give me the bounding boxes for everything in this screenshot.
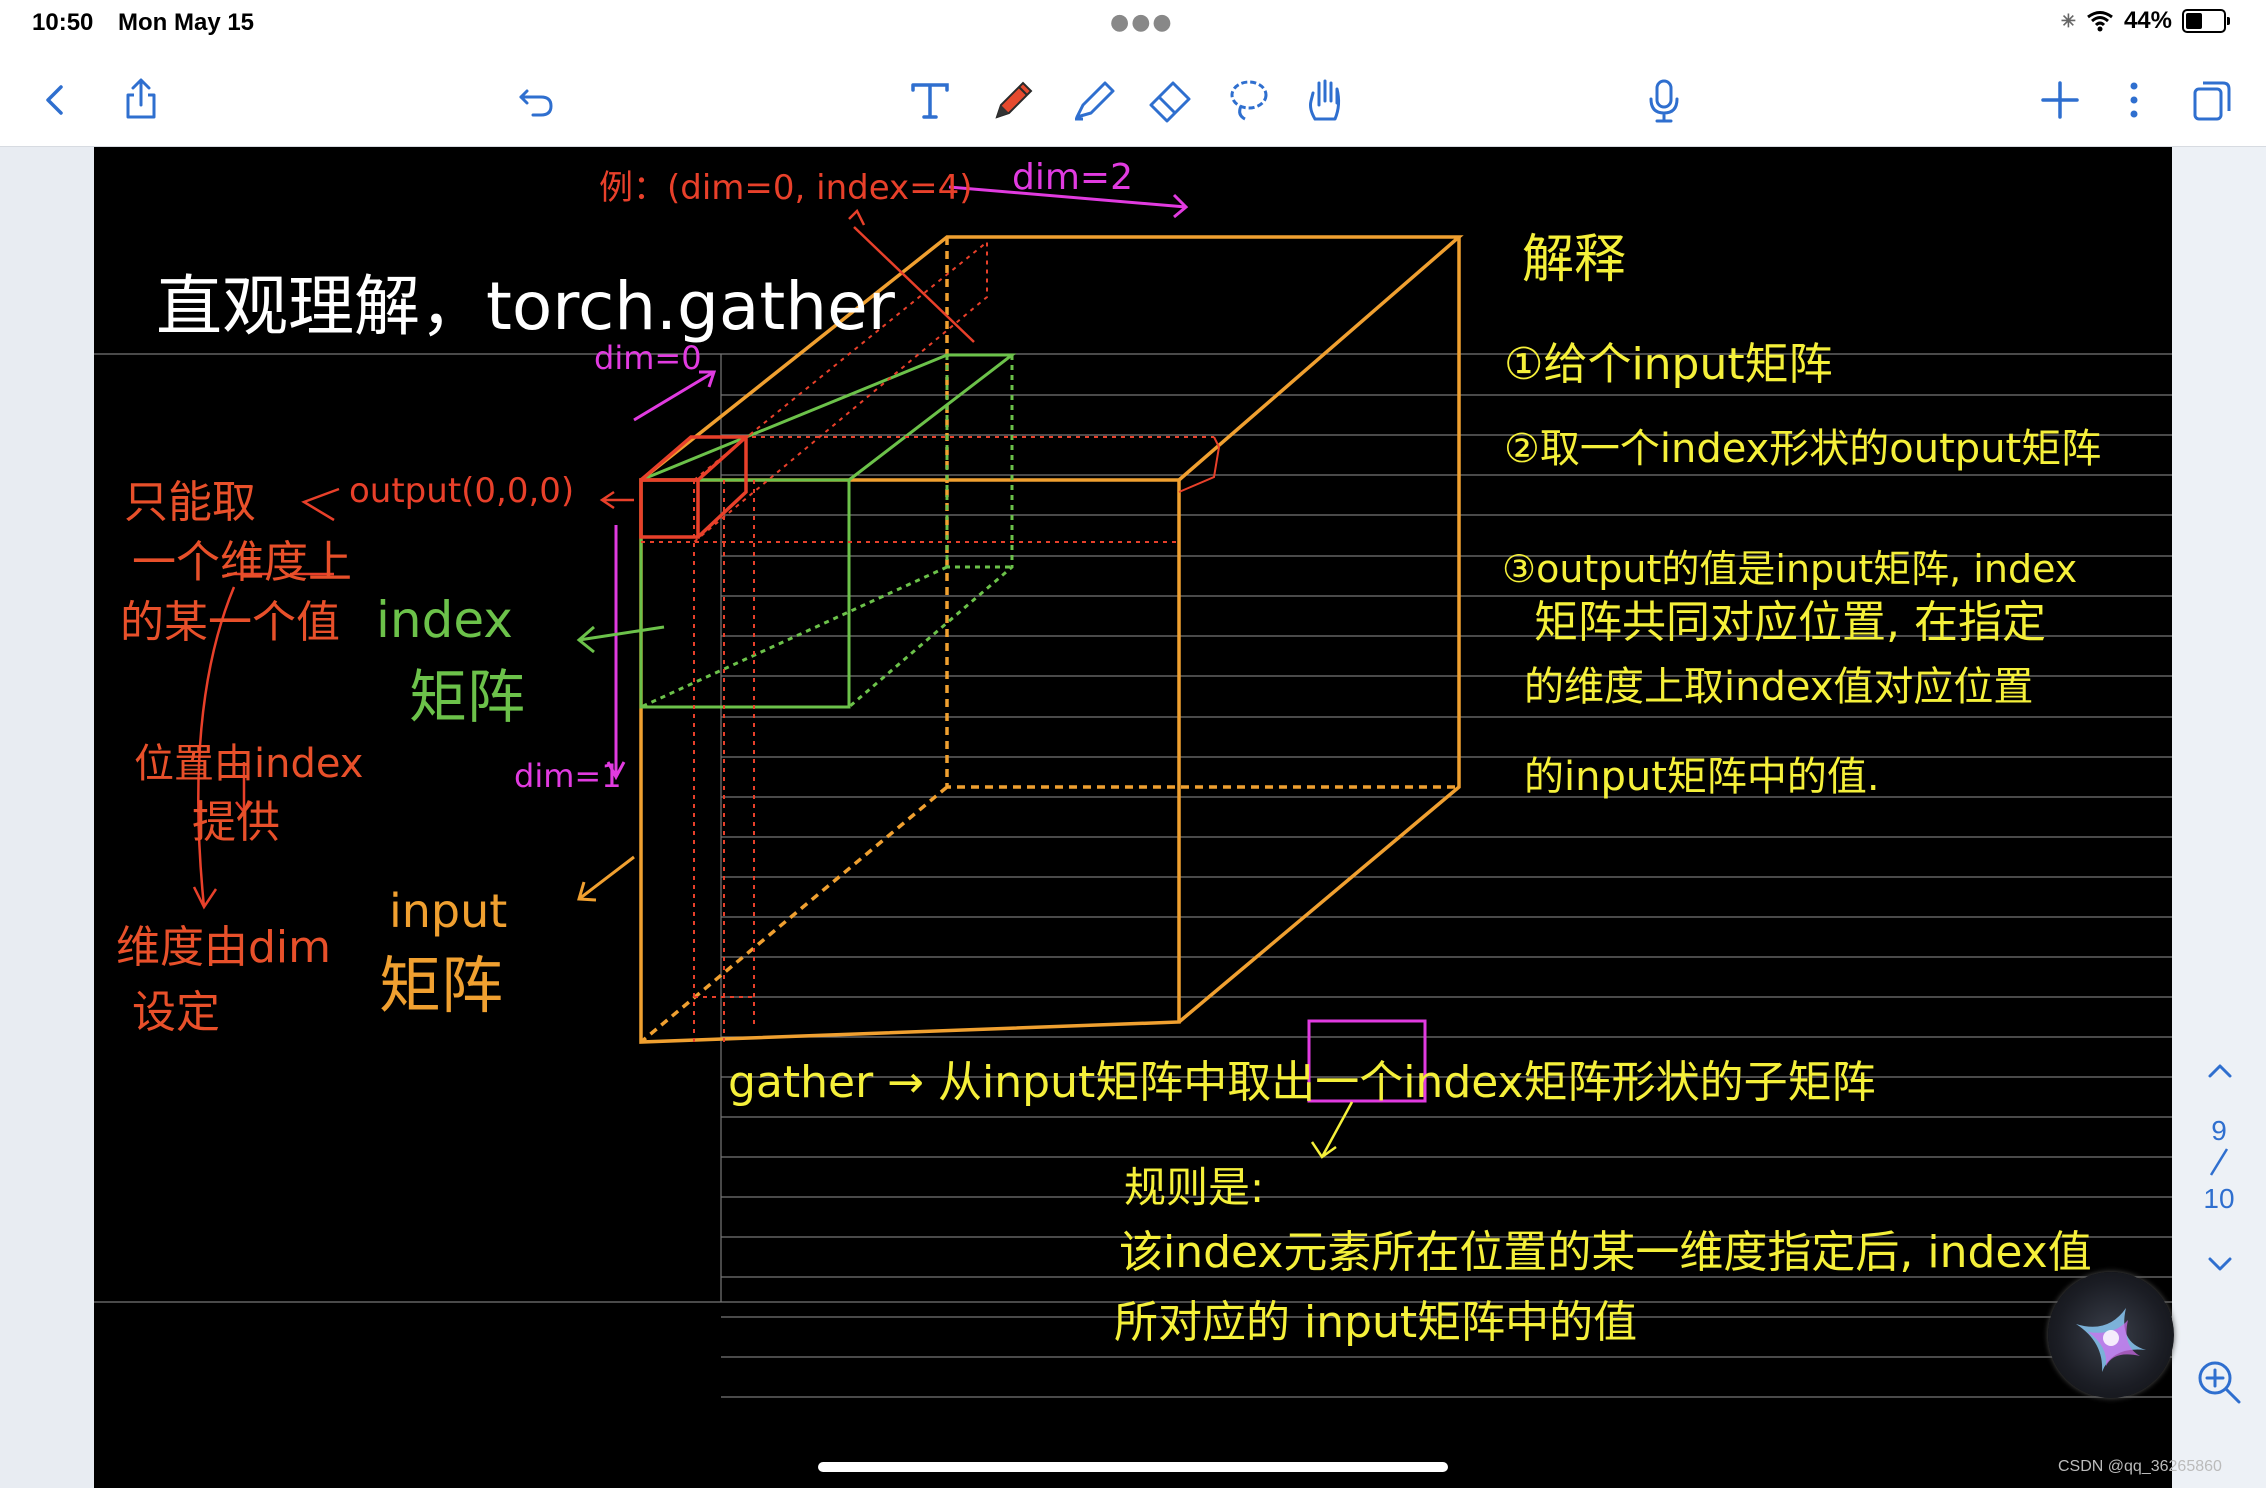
rule-line2: 所对应的 input矩阵中的值 <box>1114 1297 1637 1348</box>
wifi-icon <box>2087 11 2113 32</box>
rule-label: 规则是: <box>1124 1163 1264 1212</box>
left-note-1: 只能取 <box>124 477 256 528</box>
multitasking-dots-icon[interactable]: ●●● <box>1110 10 1174 35</box>
chevron-up-icon[interactable] <box>2202 1052 2238 1088</box>
home-indicator[interactable] <box>818 1462 1448 1472</box>
input-label-en: input <box>389 884 507 938</box>
page-sidebar: 9 10 <box>2172 147 2266 1488</box>
explain-p1: ①给个input矩阵 <box>1504 339 1833 390</box>
input-arrow <box>577 855 635 902</box>
pages-icon[interactable] <box>2184 72 2240 128</box>
total-pages: 10 <box>2203 1183 2235 1214</box>
gather-line: gather → 从input矩阵中取出一个index矩阵形状的子矩阵 <box>728 1057 1876 1108</box>
current-page: 9 <box>2211 1115 2227 1146</box>
status-time: 10:50 <box>32 9 94 36</box>
battery-icon <box>2182 9 2230 33</box>
status-date: Mon May 15 <box>118 9 255 36</box>
share-icon[interactable] <box>113 72 169 128</box>
add-icon[interactable] <box>2032 72 2088 128</box>
dim0-label: dim=0 <box>594 339 702 377</box>
index-label-cn: 矩阵 <box>409 663 525 731</box>
highlighter-tool-icon[interactable] <box>1066 72 1122 128</box>
example-label: 例：(dim=0, index=4) <box>599 168 973 208</box>
left-note-7: 设定 <box>132 987 220 1038</box>
input-label-cn: 矩阵 <box>379 949 503 1022</box>
left-note-3: 的某一个值 <box>120 597 340 648</box>
left-note-arrow <box>301 487 340 522</box>
undo-icon[interactable] <box>508 72 564 128</box>
battery-percent: 44% <box>2123 7 2172 34</box>
status-bar: 10:50 Mon May 15 ●●● ✳ 44% <box>0 0 2266 50</box>
explain-p2: ②取一个index形状的output矩阵 <box>1504 426 2101 472</box>
rule-line1: 该index元素所在位置的某一维度指定后, index值 <box>1119 1227 2092 1278</box>
left-note-5: 提供 <box>192 797 280 848</box>
page-separator <box>2172 1147 2266 1184</box>
dim1-label: dim=1 <box>514 757 622 795</box>
text-tool-icon[interactable] <box>902 72 958 128</box>
more-icon[interactable] <box>2106 72 2162 128</box>
explain-p3a: ③output的值是input矩阵, index <box>1502 547 2077 591</box>
microphone-icon[interactable] <box>1636 72 1692 128</box>
explain-p3c: 的维度上取index值对应位置 <box>1524 664 2033 710</box>
drawing-canvas[interactable]: 直观理解，torch.gather 例：(dim=0, index=4) dim… <box>94 147 2172 1488</box>
explain-heading: 解释 <box>1522 230 1626 290</box>
back-icon[interactable] <box>28 72 84 128</box>
dim2-label: dim=2 <box>1012 157 1133 198</box>
note-title: 直观理解，torch.gather <box>156 268 896 345</box>
explain-p3b: 矩阵共同对应位置, 在指定 <box>1534 597 2046 648</box>
siri-icon[interactable] <box>2048 1272 2174 1398</box>
eraser-tool-icon[interactable] <box>1142 72 1198 128</box>
status-indicators: ✳ 44% <box>2060 7 2230 35</box>
watermark: CSDN @qq_36265860 <box>2058 1458 2222 1475</box>
zoom-in-icon[interactable] <box>2196 1359 2242 1405</box>
activity-icon: ✳ <box>2060 10 2076 31</box>
output-label: output(0,0,0) <box>349 471 574 511</box>
input-cube <box>639 235 1464 1044</box>
left-note-2: 一个维度上 <box>132 537 352 588</box>
pen-tool-icon[interactable] <box>986 72 1042 128</box>
output-arrow <box>599 490 634 510</box>
index-arrow <box>576 625 665 654</box>
lasso-tool-icon[interactable] <box>1220 72 1276 128</box>
chevron-down-icon[interactable] <box>2202 1247 2238 1283</box>
slash-icon <box>2209 1148 2229 1176</box>
rule-arrow <box>1310 1101 1354 1159</box>
output-element <box>639 435 751 539</box>
toolbar <box>0 50 2266 147</box>
note-page[interactable]: 直观理解，torch.gather 例：(dim=0, index=4) dim… <box>94 147 2172 1488</box>
left-note-4: 位置由index <box>134 741 363 787</box>
explain-p3d: 的input矩阵中的值. <box>1524 754 1880 800</box>
hand-tool-icon[interactable] <box>1298 72 1354 128</box>
left-note-6: 维度由dim <box>116 922 331 973</box>
index-label-en: index <box>376 591 513 649</box>
